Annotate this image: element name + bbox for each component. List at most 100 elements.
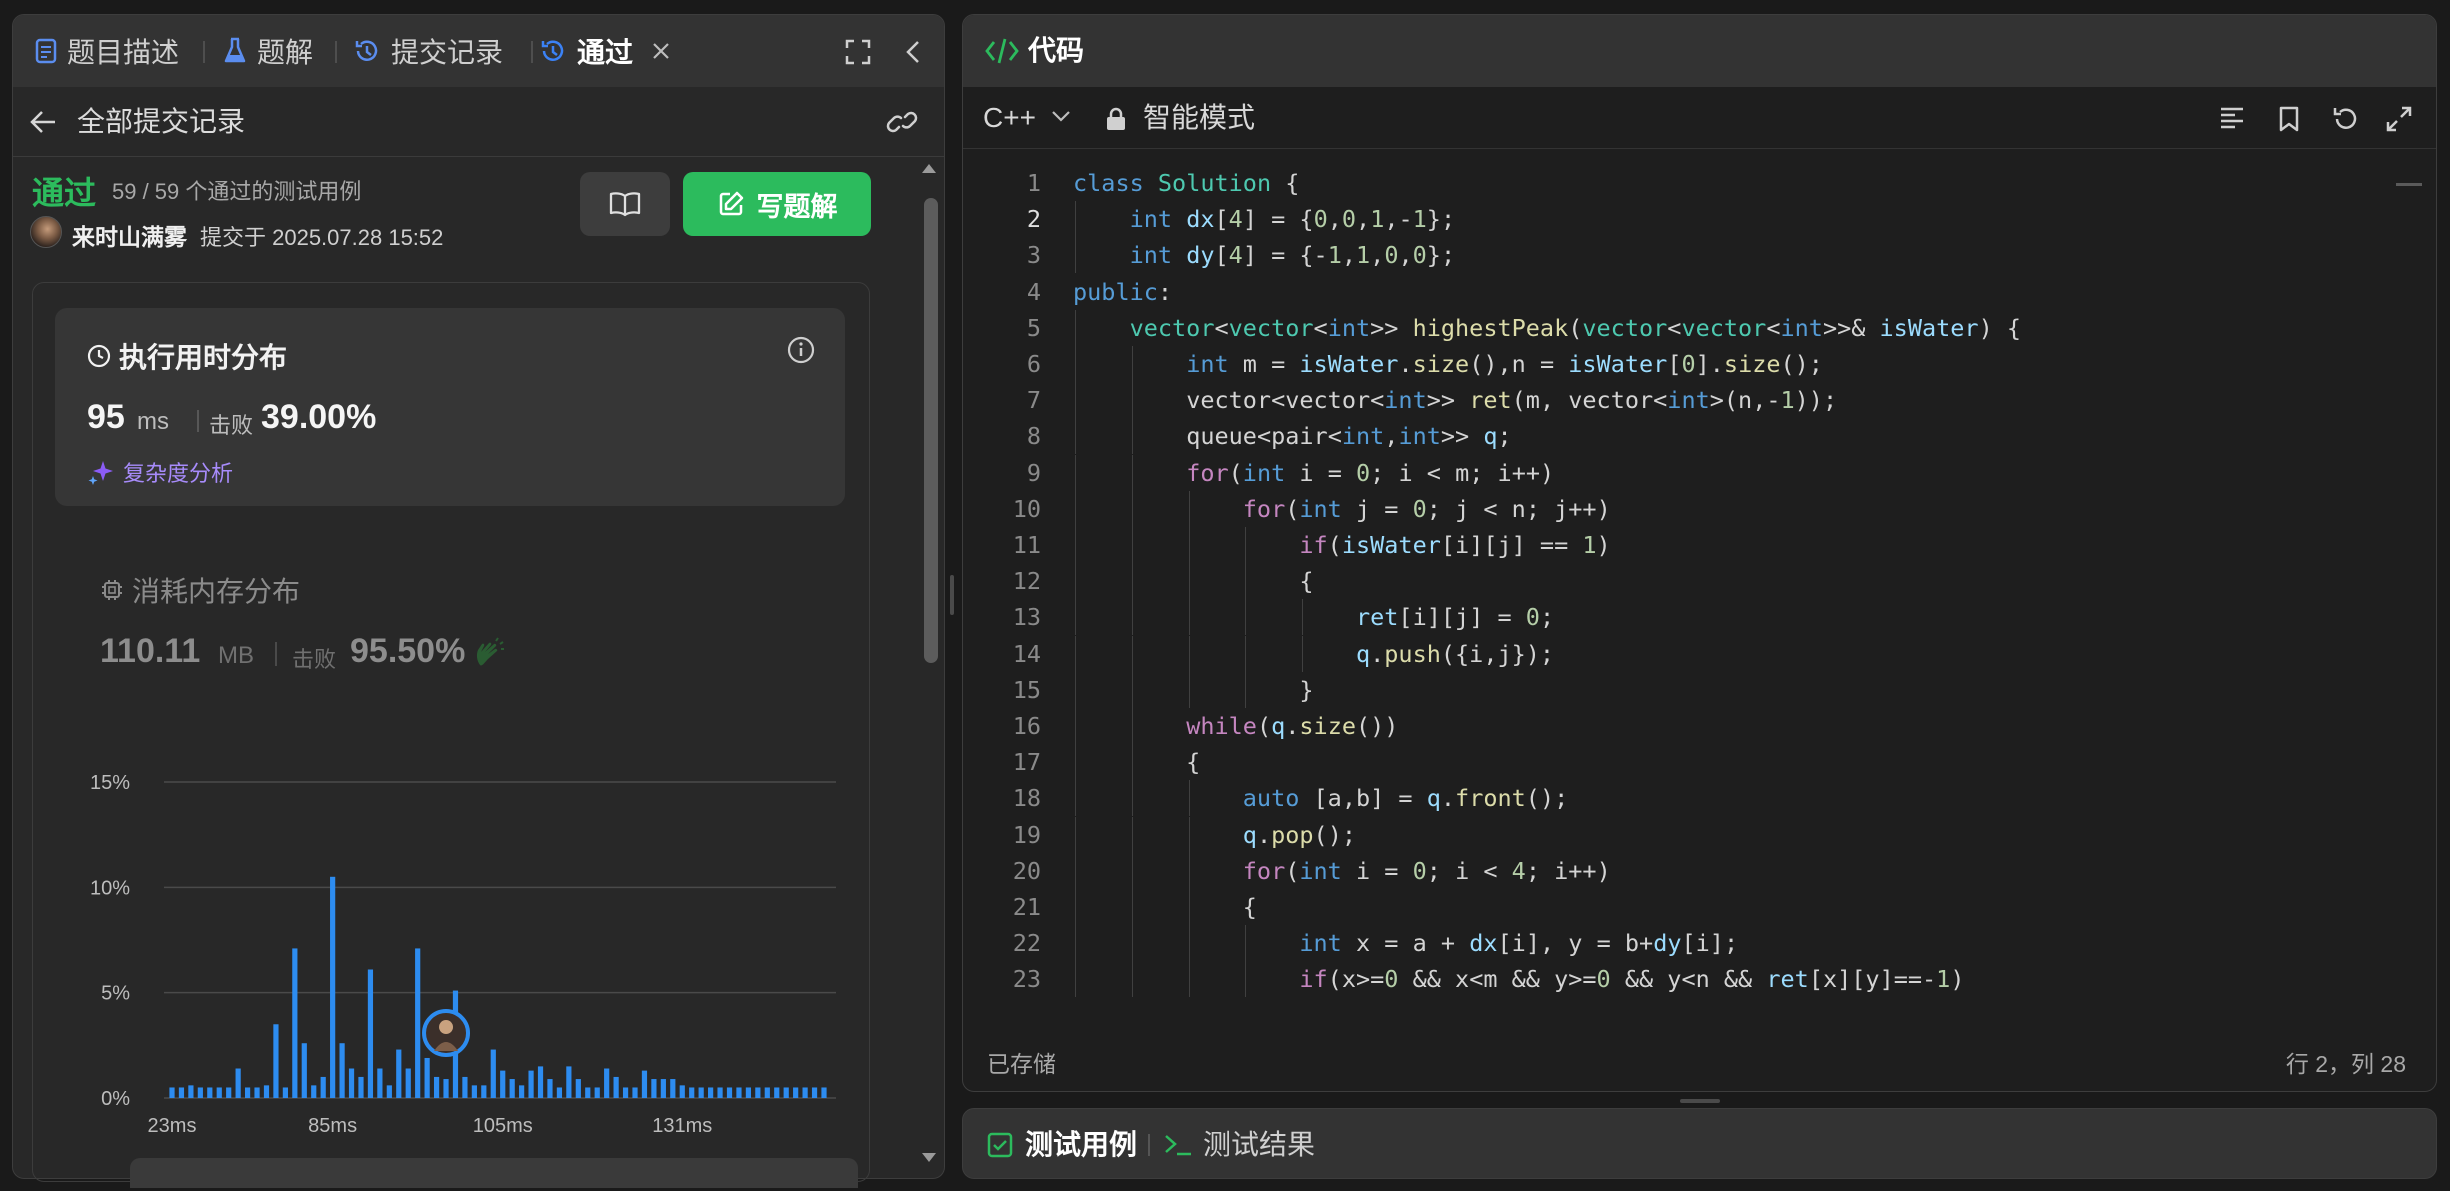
chart-bar[interactable] (405, 1068, 411, 1098)
tab-submissions[interactable]: 提交记录 (353, 15, 503, 87)
chart-bar[interactable] (263, 1085, 270, 1098)
chart-bar[interactable] (424, 1057, 430, 1098)
chart-bar[interactable] (547, 1079, 553, 1098)
tab-test-cases[interactable]: 测试用例 (987, 1109, 1137, 1180)
fullscreen-icon[interactable] (845, 39, 871, 65)
code-line[interactable]: 3 int dy[4] = {-1,1,0,0}; (963, 237, 2436, 273)
chart-bar[interactable] (386, 1085, 392, 1098)
code-line[interactable]: 1 class Solution { (963, 165, 2436, 201)
chart-bar[interactable] (235, 1068, 241, 1098)
complexity-analysis-link[interactable]: 复杂度分析 (87, 456, 233, 488)
code-line[interactable]: 14 q.push({i,j}); (963, 636, 2436, 672)
tab-test-results[interactable]: 测试结果 (1163, 1109, 1315, 1180)
info-icon[interactable] (787, 336, 815, 364)
code-line[interactable]: 10 for(int j = 0; j < n; j++) (963, 491, 2436, 527)
chart-bar[interactable] (689, 1087, 695, 1098)
chart-bar[interactable] (632, 1087, 638, 1098)
chart-bar[interactable] (726, 1087, 733, 1098)
chart-bar[interactable] (708, 1087, 714, 1098)
chart-bar[interactable] (273, 1024, 279, 1098)
code-line[interactable]: 13 ret[i][j] = 0; (963, 599, 2436, 635)
code-line[interactable]: 6 int m = isWater.size(),n = isWater[0].… (963, 346, 2436, 382)
chart-bar[interactable] (613, 1076, 619, 1098)
chart-bar[interactable] (292, 948, 298, 1098)
panel-resize-handle[interactable] (950, 575, 954, 615)
code-line[interactable]: 17 { (963, 744, 2436, 780)
bookmark-icon[interactable] (2278, 105, 2300, 133)
chart-bar[interactable] (396, 1049, 402, 1098)
user-marker-avatar[interactable] (422, 1009, 471, 1058)
chart-bar[interactable] (670, 1079, 676, 1098)
code-line[interactable]: 19 q.pop(); (963, 817, 2436, 853)
chart-bar[interactable] (717, 1087, 723, 1098)
chart-bar[interactable] (745, 1087, 752, 1098)
code-line[interactable]: 23 if(x>=0 && x<m && y>=0 && y<n && ret[… (963, 961, 2436, 997)
panel-resize-handle[interactable] (1680, 1099, 1720, 1103)
chart-bar[interactable] (509, 1079, 515, 1098)
code-line[interactable]: 5 vector<vector<int>> highestPeak(vector… (963, 310, 2436, 346)
chart-bar[interactable] (169, 1087, 175, 1098)
scroll-up-icon[interactable] (921, 162, 937, 174)
chart-bar[interactable] (821, 1087, 827, 1098)
code-editor[interactable]: 1 class Solution {2 int dx[4] = {0,0,1,-1… (963, 165, 2436, 1020)
chart-bar[interactable] (802, 1087, 808, 1098)
code-line[interactable]: 22 int x = a + dx[i], y = b+dy[i]; (963, 925, 2436, 961)
chart-bar[interactable] (377, 1068, 383, 1098)
runtime-card[interactable]: 执行用时分布 95 ms 击败 39.00% 复杂度分析 (55, 308, 845, 506)
code-line[interactable]: 7 vector<vector<int>> ret(m, vector<int>… (963, 382, 2436, 418)
chart-bar[interactable] (594, 1087, 600, 1098)
chart-bar[interactable] (585, 1087, 591, 1098)
chart-bar[interactable] (660, 1079, 666, 1098)
chart-bar[interactable] (433, 1076, 440, 1098)
chart-bar[interactable] (471, 1085, 477, 1098)
editor-mode[interactable]: 智能模式 (1143, 87, 1255, 149)
chart-bar[interactable] (490, 1049, 496, 1098)
code-line[interactable]: 2 int dx[4] = {0,0,1,-1}; (963, 201, 2436, 237)
chart-bar[interactable] (811, 1087, 818, 1098)
chart-bar[interactable] (330, 876, 336, 1098)
code-line[interactable]: 4 public: (963, 274, 2436, 310)
chart-bar[interactable] (216, 1087, 222, 1098)
chart-bar[interactable] (604, 1068, 610, 1098)
code-line[interactable]: 20 for(int i = 0; i < 4; i++) (963, 853, 2436, 889)
username[interactable]: 来时山满雾 (72, 218, 187, 252)
chart-bar[interactable] (207, 1087, 213, 1098)
expand-icon[interactable] (2385, 105, 2413, 133)
chart-bar[interactable] (339, 1043, 345, 1098)
chart-bar[interactable] (556, 1087, 563, 1098)
chart-bar[interactable] (443, 1079, 449, 1098)
chart-bar[interactable] (320, 1076, 326, 1098)
reset-icon[interactable] (2331, 105, 2359, 133)
chart-bar[interactable] (500, 1070, 506, 1098)
chart-bar[interactable] (358, 1076, 364, 1098)
tab-description[interactable]: 题目描述 (35, 15, 179, 87)
write-solution-button[interactable]: 写题解 (683, 172, 871, 236)
chart-bar[interactable] (537, 1066, 544, 1098)
collapse-left-icon[interactable] (905, 39, 921, 65)
chart-bar[interactable] (254, 1087, 260, 1098)
code-line[interactable]: 11 if(isWater[i][j] == 1) (963, 527, 2436, 563)
chart-bar[interactable] (622, 1087, 629, 1098)
chart-bar[interactable] (698, 1087, 704, 1098)
chart-bar[interactable] (679, 1085, 685, 1098)
chevron-down-icon[interactable] (1051, 109, 1071, 123)
code-line[interactable]: 21 { (963, 889, 2436, 925)
code-line[interactable]: 8 queue<pair<int,int>> q; (963, 418, 2436, 454)
avatar[interactable] (30, 216, 62, 248)
chart-bar[interactable] (755, 1087, 761, 1098)
chart-bar[interactable] (367, 969, 374, 1098)
link-icon[interactable] (885, 109, 919, 135)
chart-bar[interactable] (575, 1079, 581, 1098)
scrollbar-thumb[interactable] (924, 198, 938, 663)
chart-bar[interactable] (188, 1085, 194, 1098)
scroll-down-icon[interactable] (921, 1152, 937, 1164)
code-line[interactable]: 12 { (963, 563, 2436, 599)
chart-bar[interactable] (301, 1043, 307, 1098)
chart-bar[interactable] (226, 1087, 232, 1098)
memory-title[interactable]: 消耗内存分布 (100, 570, 300, 610)
tab-solutions[interactable]: 题解 (223, 15, 313, 87)
language-select[interactable]: C++ (983, 87, 1036, 149)
chart-bar[interactable] (764, 1087, 770, 1098)
chart-bar[interactable] (415, 948, 421, 1098)
close-icon[interactable] (651, 41, 671, 61)
